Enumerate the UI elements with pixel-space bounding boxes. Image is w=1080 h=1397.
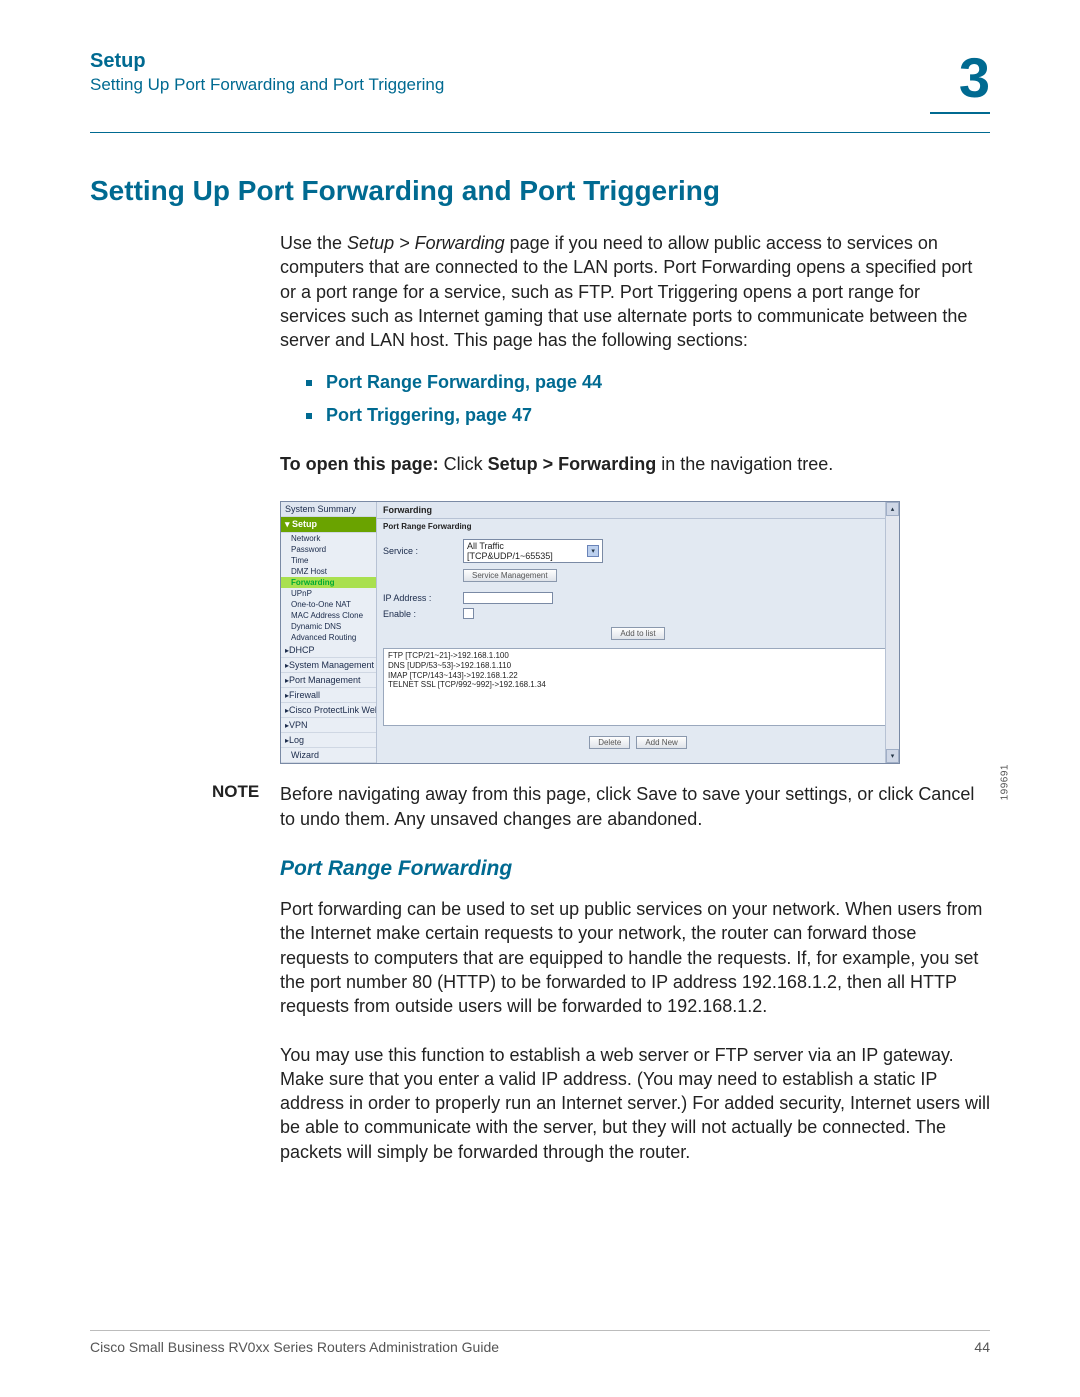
- sidebar-sub: One-to-One NAT: [281, 599, 376, 610]
- service-label: Service :: [383, 546, 463, 556]
- service-select: All Traffic [TCP&UDP/1~65535] ▾: [463, 539, 603, 563]
- image-id: 199691: [999, 764, 1010, 800]
- delete-button: Delete: [589, 736, 630, 749]
- sidebar-item: Wizard: [281, 748, 376, 763]
- header-category: Setup: [90, 50, 444, 73]
- service-management-button: Service Management: [463, 569, 557, 582]
- chapter-underline: [930, 112, 990, 114]
- panel-subtitle: Port Range Forwarding: [377, 519, 899, 537]
- screenshot-main: Forwarding Port Range Forwarding Service…: [377, 502, 899, 763]
- sidebar-sub: Dynamic DNS: [281, 621, 376, 632]
- ip-label: IP Address :: [383, 593, 463, 603]
- list-entry: FTP [TCP/21~21]->192.168.1.100: [388, 651, 888, 661]
- header-breadcrumb: Setting Up Port Forwarding and Port Trig…: [90, 75, 444, 95]
- ui-screenshot: System Summary ▾ Setup Network Password …: [280, 501, 990, 764]
- link-text: Port Triggering, page 47: [326, 405, 532, 426]
- sidebar-sub: Advanced Routing: [281, 632, 376, 643]
- bullet-icon: [306, 380, 312, 386]
- sidebar-item: Firewall: [281, 688, 376, 703]
- footer-book-title: Cisco Small Business RV0xx Series Router…: [90, 1339, 499, 1355]
- enable-checkbox: [463, 608, 474, 619]
- enable-label: Enable :: [383, 609, 463, 619]
- header-rule: [90, 132, 990, 133]
- paragraph: You may use this function to establish a…: [280, 1043, 990, 1164]
- sidebar-sub: Time: [281, 555, 376, 566]
- sidebar-item: Log: [281, 733, 376, 748]
- scroll-up-icon: ▴: [886, 502, 899, 516]
- subheading-port-range-forwarding: Port Range Forwarding: [280, 857, 990, 881]
- note-label: NOTE: [212, 782, 280, 831]
- add-new-button: Add New: [636, 736, 686, 749]
- sidebar-item: Cisco ProtectLink Web: [281, 703, 376, 718]
- sidebar-sub: UPnP: [281, 588, 376, 599]
- footer-page-number: 44: [974, 1339, 990, 1355]
- screenshot-scrollbar: ▴ ▾: [885, 502, 899, 763]
- sidebar-item: VPN: [281, 718, 376, 733]
- sidebar-sub-forwarding: Forwarding: [281, 577, 376, 588]
- sidebar-item: DHCP: [281, 643, 376, 658]
- list-entry: IMAP [TCP/143~143]->192.168.1.22: [388, 671, 888, 681]
- paragraph: Port forwarding can be used to set up pu…: [280, 897, 990, 1018]
- entries-listbox: FTP [TCP/21~21]->192.168.1.100 DNS [UDP/…: [383, 648, 893, 726]
- panel-title: Forwarding: [377, 502, 899, 519]
- ip-input: [463, 592, 553, 604]
- add-to-list-button: Add to list: [611, 627, 664, 640]
- page-title: Setting Up Port Forwarding and Port Trig…: [90, 175, 990, 207]
- open-instruction: To open this page: Click Setup > Forward…: [280, 454, 990, 475]
- note-body: Before navigating away from this page, c…: [280, 782, 990, 831]
- intro-paragraph: Use the Setup > Forwarding page if you n…: [280, 231, 990, 352]
- dropdown-arrow-icon: ▾: [587, 545, 599, 557]
- screenshot-sidebar: System Summary ▾ Setup Network Password …: [281, 502, 377, 763]
- sidebar-system-summary: System Summary: [281, 502, 376, 517]
- list-entry: TELNET SSL [TCP/992~992]->192.168.1.34: [388, 680, 888, 690]
- sidebar-setup-group: ▾ Setup: [281, 517, 376, 533]
- bullet-icon: [306, 413, 312, 419]
- link-text: Port Range Forwarding, page 44: [326, 372, 602, 393]
- xref-port-triggering[interactable]: Port Triggering, page 47: [306, 405, 990, 426]
- xref-port-range-forwarding[interactable]: Port Range Forwarding, page 44: [306, 372, 990, 393]
- footer-rule: [90, 1330, 990, 1331]
- service-value: All Traffic [TCP&UDP/1~65535]: [467, 541, 587, 561]
- sidebar-item: Port Management: [281, 673, 376, 688]
- sidebar-sub: Password: [281, 544, 376, 555]
- scroll-down-icon: ▾: [886, 749, 899, 763]
- sidebar-item: System Management: [281, 658, 376, 673]
- sidebar-sub: DMZ Host: [281, 566, 376, 577]
- sidebar-sub: MAC Address Clone: [281, 610, 376, 621]
- chapter-number: 3: [930, 50, 990, 106]
- list-entry: DNS [UDP/53~53]->192.168.1.110: [388, 661, 888, 671]
- sidebar-sub: Network: [281, 533, 376, 544]
